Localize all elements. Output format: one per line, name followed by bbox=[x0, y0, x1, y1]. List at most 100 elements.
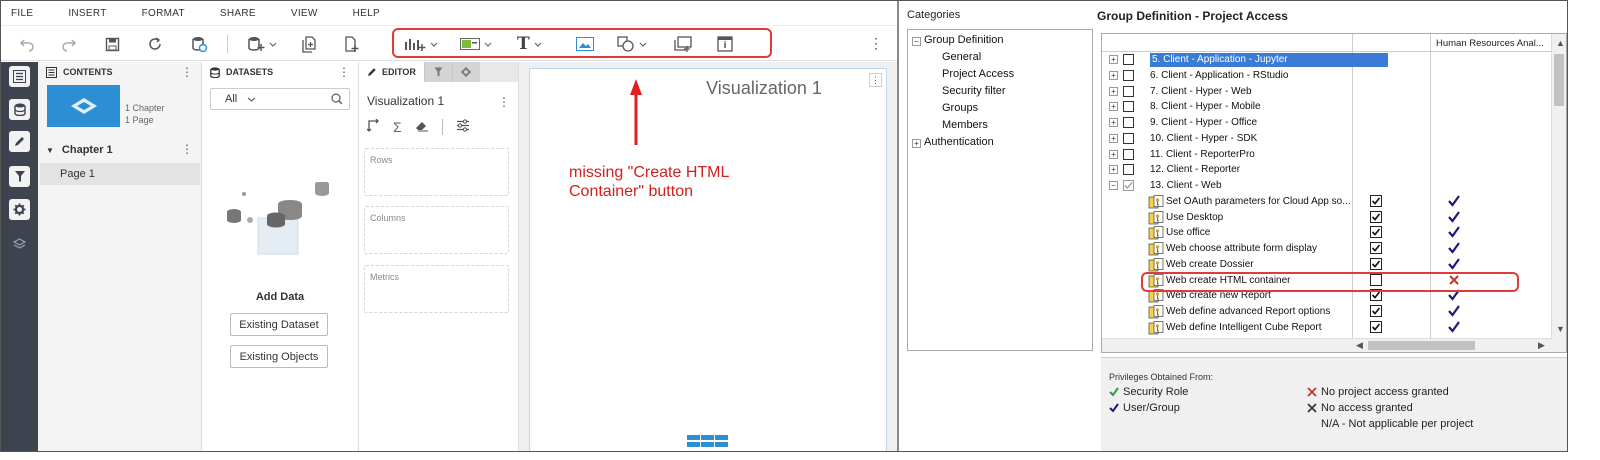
dossier-thumbnail[interactable] bbox=[47, 85, 120, 127]
sigma-icon[interactable]: Σ bbox=[393, 120, 402, 134]
datasets-more-icon[interactable]: ⋮ bbox=[338, 66, 350, 78]
existing-objects-button[interactable]: Existing Objects bbox=[230, 345, 328, 368]
privilege-group-row[interactable]: +7. Client - Hyper - Web bbox=[1102, 84, 1552, 100]
horizontal-scrollbar[interactable]: ◀ ▶ bbox=[1102, 338, 1552, 352]
menu-view[interactable]: VIEW bbox=[291, 8, 318, 19]
privilege-row[interactable]: Use Desktop bbox=[1102, 210, 1552, 226]
layers-icon[interactable] bbox=[9, 233, 30, 254]
horizontal-scroll-thumb[interactable] bbox=[1368, 341, 1475, 350]
undo-icon[interactable] bbox=[19, 34, 35, 54]
scroll-right-icon[interactable]: ▶ bbox=[1538, 340, 1545, 351]
editor-pencil-icon[interactable] bbox=[9, 131, 30, 152]
collapse-icon[interactable]: − bbox=[1109, 181, 1118, 190]
group-checkbox[interactable] bbox=[1123, 148, 1134, 160]
menu-help[interactable]: HELP bbox=[353, 8, 380, 19]
data-settings-icon[interactable] bbox=[191, 34, 208, 54]
chapter-more-icon[interactable]: ⋮ bbox=[181, 143, 193, 155]
eraser-icon[interactable] bbox=[415, 120, 429, 135]
privilege-group-row[interactable]: +9. Client - Hyper - Office bbox=[1102, 115, 1552, 131]
contents-more-icon[interactable]: ⋮ bbox=[181, 66, 193, 78]
tree-item-project-access[interactable]: Project Access bbox=[942, 68, 1014, 80]
menu-format[interactable]: FORMAT bbox=[142, 8, 185, 19]
group-checkbox[interactable] bbox=[1123, 85, 1134, 97]
add-data-icon[interactable] bbox=[247, 34, 277, 54]
toolbar-more-icon[interactable]: ⋮ bbox=[869, 36, 883, 50]
columns-dropzone[interactable]: Columns bbox=[364, 206, 509, 254]
scroll-up-icon[interactable]: ▲ bbox=[1556, 38, 1565, 48]
vertical-scrollbar[interactable]: ▲ ▼ bbox=[1551, 34, 1566, 352]
scroll-left-icon[interactable]: ◀ bbox=[1356, 340, 1363, 351]
privilege-group-row[interactable]: +6. Client - Application - RStudio bbox=[1102, 68, 1552, 84]
checkbox-checked[interactable] bbox=[1370, 242, 1382, 257]
search-icon[interactable] bbox=[331, 93, 343, 108]
page-item[interactable]: Page 1 bbox=[40, 163, 200, 185]
expand-icon[interactable]: + bbox=[1109, 133, 1118, 143]
checkbox-checked[interactable] bbox=[1370, 320, 1382, 336]
redo-icon[interactable] bbox=[61, 34, 77, 54]
group-checkbox[interactable] bbox=[1123, 180, 1134, 191]
expand-icon[interactable]: + bbox=[1109, 102, 1118, 112]
privilege-group-row[interactable]: +10. Client - Hyper - SDK bbox=[1102, 131, 1552, 147]
dataset-filter-select[interactable]: All bbox=[210, 88, 350, 110]
tab-filter[interactable] bbox=[423, 62, 452, 82]
menu-insert[interactable]: INSERT bbox=[68, 8, 106, 19]
swap-axes-icon[interactable] bbox=[366, 118, 380, 135]
refresh-icon[interactable] bbox=[147, 34, 163, 54]
checkbox-checked[interactable] bbox=[1370, 210, 1382, 226]
tree-item-general[interactable]: General bbox=[942, 51, 981, 63]
privilege-row[interactable]: Web define advanced Report options bbox=[1102, 304, 1552, 320]
privilege-row[interactable]: Web define Intelligent Cube Report bbox=[1102, 320, 1552, 336]
privilege-group-row[interactable]: +12. Client - Reporter bbox=[1102, 162, 1552, 178]
adjust-sliders-icon[interactable] bbox=[456, 119, 470, 135]
grid-header-project[interactable]: Human Resources Anal... bbox=[1430, 34, 1552, 52]
chapter-item[interactable]: ▼ Chapter 1 bbox=[38, 140, 201, 160]
save-icon[interactable] bbox=[105, 34, 120, 54]
group-checkbox[interactable] bbox=[1123, 69, 1134, 81]
group-checkbox[interactable] bbox=[1123, 54, 1134, 65]
checkbox-checked[interactable] bbox=[1370, 226, 1382, 241]
collapse-icon[interactable]: − bbox=[912, 37, 921, 46]
existing-dataset-button[interactable]: Existing Dataset bbox=[230, 313, 328, 336]
group-checkbox[interactable] bbox=[1123, 132, 1134, 144]
menu-file[interactable]: FILE bbox=[11, 8, 33, 19]
expand-icon[interactable]: + bbox=[1109, 165, 1118, 175]
metrics-dropzone[interactable]: Metrics bbox=[364, 265, 509, 313]
expand-icon[interactable]: + bbox=[1109, 149, 1118, 159]
privilege-group-row[interactable]: − 13. Client - Web bbox=[1102, 178, 1552, 194]
tree-group-definition[interactable]: − Group Definition bbox=[912, 34, 1004, 46]
checkbox-checked[interactable] bbox=[1370, 257, 1382, 273]
visualization-menu-icon[interactable]: ⋮ bbox=[869, 73, 882, 87]
rows-dropzone[interactable]: Rows bbox=[364, 148, 509, 196]
vertical-scroll-thumb[interactable] bbox=[1554, 54, 1564, 106]
group-checkbox[interactable] bbox=[1123, 101, 1134, 113]
expand-icon[interactable]: + bbox=[1109, 118, 1118, 127]
tab-editor[interactable]: EDITOR bbox=[359, 62, 424, 82]
privilege-row[interactable]: Web choose attribute form display bbox=[1102, 241, 1552, 257]
contents-icon[interactable] bbox=[9, 66, 30, 87]
expand-icon[interactable]: + bbox=[1109, 70, 1118, 80]
tree-item-security-filter[interactable]: Security filter bbox=[942, 85, 1006, 97]
visualization-more-icon[interactable]: ⋮ bbox=[498, 96, 510, 108]
checkbox-checked[interactable] bbox=[1370, 194, 1382, 210]
privilege-group-row[interactable]: +11. Client - ReporterPro bbox=[1102, 147, 1552, 163]
group-checkbox[interactable] bbox=[1123, 117, 1134, 128]
add-chapter-icon[interactable] bbox=[343, 34, 359, 54]
expand-icon[interactable]: + bbox=[1109, 55, 1118, 64]
new-page-icon[interactable] bbox=[301, 34, 317, 54]
group-checkbox[interactable] bbox=[1123, 164, 1134, 176]
tree-item-groups[interactable]: Groups bbox=[942, 102, 978, 114]
tab-format[interactable] bbox=[451, 62, 480, 82]
menu-share[interactable]: SHARE bbox=[220, 8, 256, 19]
privilege-row[interactable]: Use office bbox=[1102, 225, 1552, 241]
tree-item-members[interactable]: Members bbox=[942, 119, 988, 131]
expand-icon[interactable]: + bbox=[912, 139, 921, 148]
checkbox-checked[interactable] bbox=[1370, 305, 1382, 320]
datasets-icon[interactable] bbox=[9, 99, 30, 120]
privilege-group-row[interactable]: +8. Client - Hyper - Mobile bbox=[1102, 99, 1552, 115]
gear-icon[interactable] bbox=[9, 199, 30, 220]
tree-authentication[interactable]: + Authentication bbox=[912, 136, 994, 148]
filter-funnel-icon[interactable] bbox=[9, 166, 30, 187]
privilege-row[interactable]: Web create Dossier bbox=[1102, 257, 1552, 273]
privilege-group-row[interactable]: +5. Client - Application - Jupyter bbox=[1102, 52, 1552, 68]
caret-down-icon[interactable]: ▼ bbox=[46, 146, 54, 155]
